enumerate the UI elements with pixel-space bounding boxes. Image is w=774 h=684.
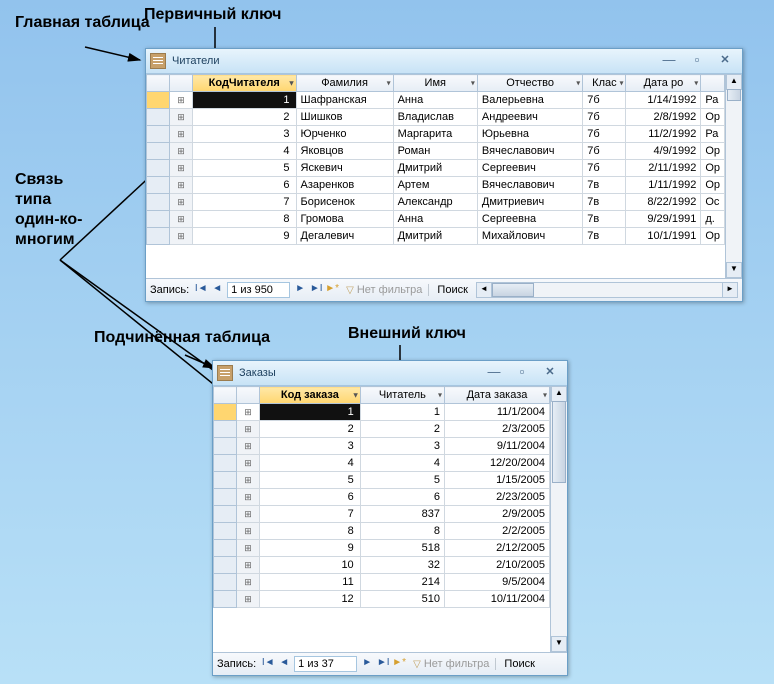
no-filter-label: Нет фильтра bbox=[346, 284, 422, 296]
prev-record-button[interactable]: ◄ bbox=[209, 282, 225, 298]
window-title: Заказы bbox=[239, 367, 276, 379]
orders-table[interactable]: Код заказа▾Читатель▾Дата заказа▾ ⊞1111/1… bbox=[213, 386, 550, 608]
scroll-thumb[interactable] bbox=[552, 401, 566, 483]
table-row[interactable]: ⊞339/11/2004 bbox=[214, 438, 550, 455]
maximize-button[interactable]: ▫ bbox=[509, 365, 535, 381]
table-icon bbox=[150, 53, 166, 69]
label-primary-key: Первичный ключ bbox=[144, 6, 281, 24]
table-row[interactable]: ⊞551/15/2005 bbox=[214, 472, 550, 489]
column-header[interactable]: Отчество▾ bbox=[477, 75, 582, 92]
record-navigator: Запись: I◄ ◄ 1 из 950 ► ►I ►* Нет фильтр… bbox=[146, 278, 742, 301]
maximize-button[interactable]: ▫ bbox=[684, 53, 710, 69]
last-record-button[interactable]: ►I bbox=[308, 282, 324, 298]
column-header[interactable]: Код заказа▾ bbox=[260, 387, 361, 404]
column-header[interactable]: Имя▾ bbox=[393, 75, 477, 92]
table-row[interactable]: ⊞7БорисенокАлександрДмитриевич7в8/22/199… bbox=[147, 194, 725, 211]
scroll-up-button[interactable]: ▲ bbox=[551, 386, 567, 402]
titlebar-readers[interactable]: Читатели — ▫ ✕ bbox=[146, 49, 742, 74]
record-position[interactable]: 1 из 37 bbox=[294, 656, 357, 672]
record-label: Запись: bbox=[150, 284, 189, 296]
label-main-table: Главная таблица bbox=[15, 14, 150, 32]
vertical-scrollbar[interactable]: ▲ ▼ bbox=[550, 386, 567, 652]
hscroll-thumb[interactable] bbox=[492, 283, 534, 297]
table-row[interactable]: ⊞4412/20/2004 bbox=[214, 455, 550, 472]
table-row[interactable]: ⊞4ЯковцовРоманВячеславович7б4/9/1992Ор bbox=[147, 143, 725, 160]
search-label[interactable]: Поиск bbox=[428, 284, 467, 296]
window-title: Читатели bbox=[172, 55, 220, 67]
first-record-button[interactable]: I◄ bbox=[260, 656, 276, 672]
table-row[interactable]: ⊞112149/5/2004 bbox=[214, 574, 550, 591]
close-button[interactable]: ✕ bbox=[712, 53, 738, 69]
minimize-button[interactable]: — bbox=[656, 53, 682, 69]
column-header[interactable]: Клас▾ bbox=[583, 75, 626, 92]
table-row[interactable]: ⊞5ЯскевичДмитрийСергеевич7б2/11/1992Ор bbox=[147, 160, 725, 177]
horizontal-scrollbar[interactable]: ◄ ► bbox=[476, 282, 738, 298]
table-row[interactable]: ⊞6АзаренковАртемВячеславович7в1/11/1992О… bbox=[147, 177, 725, 194]
next-record-button[interactable]: ► bbox=[359, 656, 375, 672]
table-row[interactable]: ⊞1ШафранскаяАннаВалерьевна7б1/14/1992Ра bbox=[147, 92, 725, 109]
table-row[interactable]: ⊞9ДегалевичДмитрийМихайлович7в10/1/1991О… bbox=[147, 228, 725, 245]
table-row[interactable]: ⊞3ЮрченкоМаргаритаЮрьевна7б11/2/1992Ра bbox=[147, 126, 725, 143]
no-filter-label: Нет фильтра bbox=[413, 658, 489, 670]
new-record-button[interactable]: ►* bbox=[324, 282, 340, 298]
record-position[interactable]: 1 из 950 bbox=[227, 282, 290, 298]
table-row[interactable]: ⊞2ШишковВладиславАндреевич7б2/8/1992Ор bbox=[147, 109, 725, 126]
new-record-button[interactable]: ►* bbox=[391, 656, 407, 672]
window-orders: Заказы — ▫ ✕ Код заказа▾Читатель▾Дата за… bbox=[212, 360, 568, 676]
label-foreign-key: Внешний ключ bbox=[348, 325, 466, 343]
scroll-thumb[interactable] bbox=[727, 89, 741, 101]
table-row[interactable]: ⊞95182/12/2005 bbox=[214, 540, 550, 557]
first-record-button[interactable]: I◄ bbox=[193, 282, 209, 298]
close-button[interactable]: ✕ bbox=[537, 365, 563, 381]
search-label[interactable]: Поиск bbox=[495, 658, 534, 670]
record-navigator: Запись: I◄ ◄ 1 из 37 ► ►I ►* Нет фильтра… bbox=[213, 652, 567, 675]
column-header[interactable]: Дата заказа▾ bbox=[445, 387, 550, 404]
prev-record-button[interactable]: ◄ bbox=[276, 656, 292, 672]
minimize-button[interactable]: — bbox=[481, 365, 507, 381]
column-header[interactable]: Читатель▾ bbox=[360, 387, 444, 404]
column-header[interactable]: Дата ро▾ bbox=[626, 75, 701, 92]
scroll-down-button[interactable]: ▼ bbox=[726, 262, 742, 278]
table-row[interactable]: ⊞662/23/2005 bbox=[214, 489, 550, 506]
table-row[interactable]: ⊞78372/9/2005 bbox=[214, 506, 550, 523]
table-row[interactable]: ⊞882/2/2005 bbox=[214, 523, 550, 540]
next-record-button[interactable]: ► bbox=[292, 282, 308, 298]
readers-table[interactable]: КодЧитателя▾Фамилия▾Имя▾Отчество▾Клас▾Да… bbox=[146, 74, 725, 245]
column-header[interactable]: Фамилия▾ bbox=[296, 75, 393, 92]
label-sub-table: Подчинённая таблица bbox=[94, 329, 270, 347]
vertical-scrollbar[interactable]: ▲ ▼ bbox=[725, 74, 742, 278]
scroll-down-button[interactable]: ▼ bbox=[551, 636, 567, 652]
scroll-left-button[interactable]: ◄ bbox=[476, 282, 492, 298]
table-row[interactable]: ⊞1251010/11/2004 bbox=[214, 591, 550, 608]
last-record-button[interactable]: ►I bbox=[375, 656, 391, 672]
table-icon bbox=[217, 365, 233, 381]
table-row[interactable]: ⊞222/3/2005 bbox=[214, 421, 550, 438]
titlebar-orders[interactable]: Заказы — ▫ ✕ bbox=[213, 361, 567, 386]
record-label: Запись: bbox=[217, 658, 256, 670]
table-row[interactable]: ⊞8ГромоваАннаСергеевна7в9/29/1991д. bbox=[147, 211, 725, 228]
column-header[interactable]: КодЧитателя▾ bbox=[193, 75, 297, 92]
scroll-up-button[interactable]: ▲ bbox=[726, 74, 742, 90]
scroll-right-button[interactable]: ► bbox=[722, 282, 738, 298]
table-row[interactable]: ⊞10322/10/2005 bbox=[214, 557, 550, 574]
table-row[interactable]: ⊞1111/1/2004 bbox=[214, 404, 550, 421]
window-readers: Читатели — ▫ ✕ КодЧитателя▾Фамилия▾Имя▾О… bbox=[145, 48, 743, 302]
label-relation: Связь типа один-ко-многим bbox=[15, 170, 95, 250]
